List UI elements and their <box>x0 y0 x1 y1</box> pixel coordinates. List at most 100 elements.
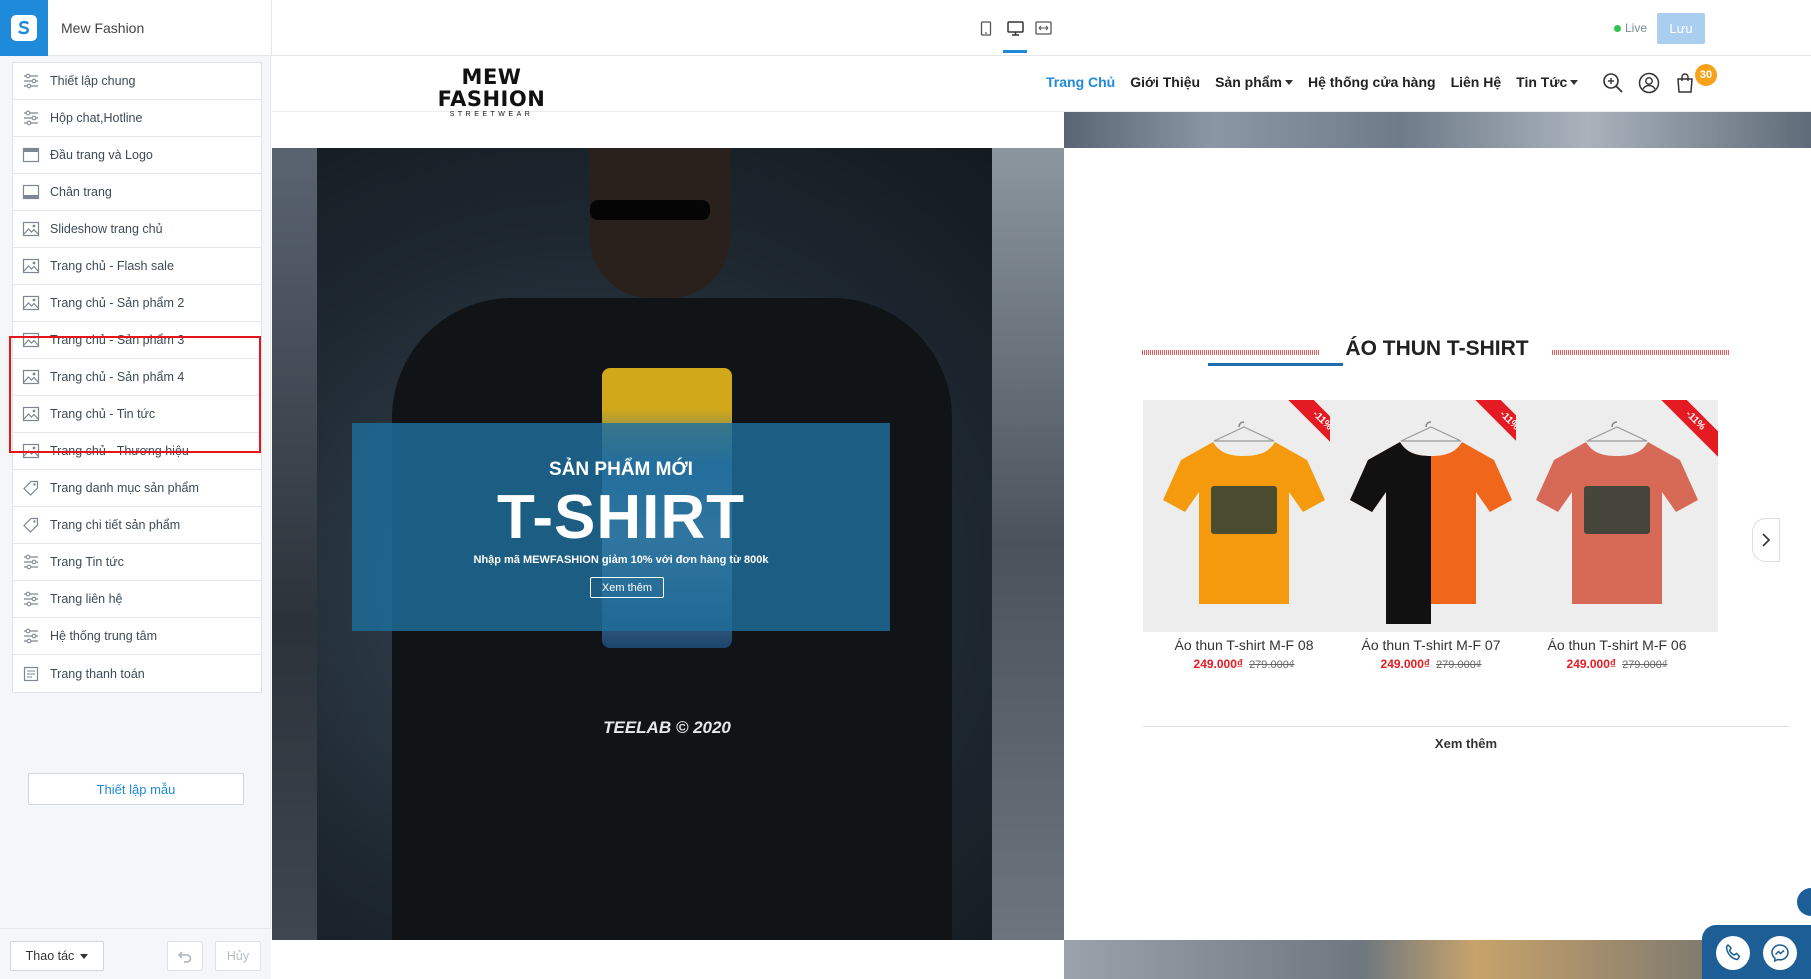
chevron-right-icon <box>1762 533 1771 547</box>
fullwidth-view-icon[interactable] <box>1034 20 1052 36</box>
site-preview: MEW FASHION STREETWEAR Trang Chủ Giới Thi… <box>272 56 1811 979</box>
site-header: MEW FASHION STREETWEAR Trang Chủ Giới Thi… <box>272 56 1811 118</box>
sidebar-item[interactable]: Thiết lập chung <box>13 63 261 100</box>
sidebar-item[interactable]: Trang chủ - Sản phẩm 2 <box>13 285 261 322</box>
footer-layout-icon <box>21 183 41 201</box>
sidebar-item[interactable]: Trang liên hệ <box>13 581 261 618</box>
sidebar-item[interactable]: Chân trang <box>13 174 261 211</box>
editor-topbar: Mew Fashion Live Lưu <box>0 0 1811 56</box>
messenger-icon[interactable] <box>1763 936 1797 970</box>
image-icon <box>21 257 41 275</box>
section-divider <box>1143 726 1789 727</box>
product-prices: 249.000₫ 279.000₫ <box>1330 657 1532 671</box>
template-setup-button[interactable]: Thiết lập mẫu <box>28 773 244 805</box>
sidebar-item[interactable]: Trang Tin tức <box>13 544 261 581</box>
search-icon[interactable] <box>1600 70 1626 96</box>
undo-icon <box>178 951 192 963</box>
sidebar-item-label: Trang chủ - Thương hiệu <box>50 444 189 458</box>
nav-link[interactable]: Tin Tức <box>1516 74 1579 90</box>
product-card[interactable]: -11% Áo thun T-shirt M-F 07 249.000₫ 279.00… <box>1330 400 1532 671</box>
nav-link[interactable]: Liên Hệ <box>1451 74 1502 90</box>
product-name[interactable]: Áo thun T-shirt M-F 06 <box>1516 637 1718 653</box>
image-icon <box>21 220 41 238</box>
save-button[interactable]: Lưu <box>1657 13 1705 44</box>
image-icon <box>21 442 41 460</box>
nav-link[interactable]: Giới Thiệu <box>1130 74 1200 90</box>
next-section-image-strip <box>1064 940 1811 979</box>
settings-sidebar: Thiết lập chung Hộp chat,Hotline Đầu trang… <box>0 56 271 979</box>
sidebar-item[interactable]: Hệ thống trung tâm <box>13 618 261 655</box>
undo-button[interactable] <box>167 941 203 971</box>
sidebar-item[interactable]: Đầu trang và Logo <box>13 137 261 174</box>
cart-count-badge: 30 <box>1695 64 1717 86</box>
chevron-down-icon <box>80 953 89 959</box>
product-name[interactable]: Áo thun T-shirt M-F 08 <box>1143 637 1345 653</box>
sidebar-item[interactable]: Trang chủ - Tin tức <box>13 396 261 433</box>
hero-background-wall <box>272 148 317 940</box>
nav-link-label: Hệ thống cửa hàng <box>1307 74 1436 90</box>
product-old-price: 279.000₫ <box>1622 659 1668 671</box>
hero-title: T-SHIRT <box>496 483 746 552</box>
actions-dropdown-button[interactable]: Thao tác <box>10 941 104 971</box>
sidebar-item-label: Trang chi tiết sản phẩm <box>50 518 181 532</box>
product-prices: 249.000₫ 279.000₫ <box>1143 657 1345 671</box>
image-icon <box>21 294 41 312</box>
app-logo[interactable] <box>0 0 48 56</box>
desktop-view-icon[interactable] <box>1006 20 1024 36</box>
hero-background-wall <box>992 148 1064 940</box>
cart-page-icon <box>21 665 41 683</box>
sidebar-item[interactable]: Slideshow trang chủ <box>13 211 261 248</box>
image-icon <box>21 405 41 423</box>
floating-contact-widget <box>1702 925 1811 979</box>
settings-sliders-icon <box>21 627 41 645</box>
tshirt-image <box>1350 421 1512 624</box>
store-name: Mew Fashion <box>61 20 145 36</box>
phone-call-icon[interactable] <box>1716 936 1750 970</box>
cancel-button[interactable]: Hủy <box>215 941 261 971</box>
account-icon[interactable] <box>1636 70 1662 96</box>
product-image[interactable]: -11% <box>1330 400 1532 632</box>
app-logo-icon <box>11 15 37 41</box>
sidebar-item-label: Thiết lập chung <box>50 74 136 88</box>
mobile-view-icon[interactable] <box>977 20 995 36</box>
carousel-next-button[interactable] <box>1752 518 1780 562</box>
sidebar-item-label: Trang chủ - Tin tức <box>50 407 156 421</box>
site-logo-text: MEW FASHION <box>437 65 546 111</box>
site-logo[interactable]: MEW FASHION STREETWEAR <box>404 66 579 118</box>
sidebar-item[interactable]: Hộp chat,Hotline <box>13 100 261 137</box>
hero-see-more-button[interactable]: Xem thêm <box>590 577 664 598</box>
nav-link[interactable]: Trang Chủ <box>1046 74 1115 90</box>
image-icon <box>21 368 41 386</box>
live-status-label: Live <box>1625 21 1648 35</box>
sidebar-item[interactable]: Trang chủ - Thương hiệu <box>13 433 261 470</box>
sidebar-footer: Thao tác Hủy <box>0 928 271 979</box>
hero-caption-box: SẢN PHẨM MỚI T-SHIRT Nhập mã MEWFASHION … <box>352 423 890 631</box>
settings-sliders-icon <box>21 590 41 608</box>
section-title: ÁO THUN T-SHIRT <box>1345 337 1529 360</box>
sidebar-item[interactable]: Trang chủ - Sản phẩm 3 <box>13 322 261 359</box>
sidebar-item[interactable]: Trang chi tiết sản phẩm <box>13 507 261 544</box>
header-layout-icon <box>21 146 41 164</box>
sidebar-item[interactable]: Trang chủ - Flash sale <box>13 248 261 285</box>
settings-sliders-icon <box>21 109 41 127</box>
sidebar-item-label: Trang Tin tức <box>50 555 124 569</box>
section-title-underline <box>1208 363 1343 366</box>
settings-menu: Thiết lập chung Hộp chat,Hotline Đầu trang… <box>12 62 262 693</box>
product-image[interactable]: -11% <box>1143 400 1345 632</box>
hero-slide[interactable]: TEELAB © 2020 SẢN PHẨM MỚI T-SHIRT Nhập … <box>272 148 1064 940</box>
products-see-more-link[interactable]: Xem thêm <box>1372 736 1560 751</box>
nav-link[interactable]: Hệ thống cửa hàng <box>1308 74 1436 90</box>
section-heading-decoration <box>1552 350 1730 355</box>
chevron-down-icon <box>1570 79 1579 85</box>
product-image[interactable]: -11% <box>1516 400 1718 632</box>
product-card[interactable]: -11% Áo thun T-shirt M-F 06 249.000₫ 279.00… <box>1516 400 1718 671</box>
nav-link[interactable]: Sản phẩm <box>1215 74 1293 90</box>
product-card[interactable]: -11% Áo thun T-shirt M-F 08 249.000₫ 279.00… <box>1143 400 1345 671</box>
sidebar-item-label: Trang thanh toán <box>50 666 145 681</box>
product-price: 249.000₫ <box>1566 657 1617 671</box>
chevron-down-icon <box>1284 79 1293 85</box>
product-name[interactable]: Áo thun T-shirt M-F 07 <box>1330 637 1532 653</box>
sidebar-item[interactable]: Trang thanh toán <box>13 655 261 692</box>
sidebar-item[interactable]: Trang chủ - Sản phẩm 4 <box>13 359 261 396</box>
sidebar-item[interactable]: Trang danh mục sản phẩm <box>13 470 261 507</box>
